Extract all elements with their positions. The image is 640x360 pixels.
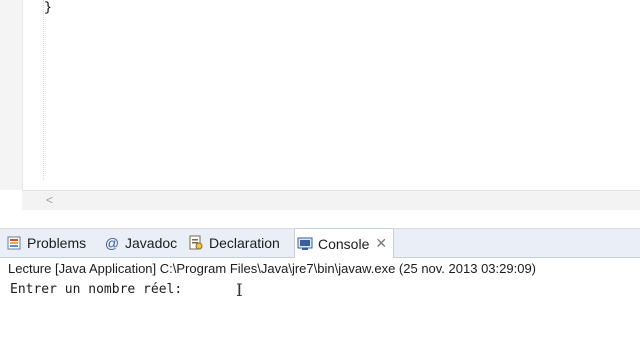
console-output[interactable]: Entrer un nombre réel: [10,282,182,297]
text-cursor-icon: I [236,281,243,301]
tab-console[interactable]: Console ✕ [294,228,395,258]
at-icon: @ [104,235,120,251]
tab-javadoc-label: Javadoc [125,235,178,251]
declaration-icon [188,235,204,251]
panel-sash[interactable] [0,210,640,229]
views-tabbar: Problems @ Javadoc Declaration Console ✕ [0,228,640,258]
problems-icon [6,235,22,251]
tab-declaration-label: Declaration [209,235,280,251]
tab-problems[interactable]: Problems [6,229,86,257]
console-icon [297,236,313,252]
close-icon[interactable]: ✕ [375,235,387,252]
tab-javadoc[interactable]: @ Javadoc [104,229,177,257]
code-line[interactable]: } [44,0,52,15]
editor-ruler [0,0,23,190]
tab-console-label: Console [318,235,370,252]
horizontal-scrollbar[interactable]: < [22,190,640,210]
editor-area[interactable]: } < [0,0,640,216]
scroll-left-icon[interactable]: < [46,193,53,207]
tab-problems-label: Problems [27,235,87,251]
console-header: Lecture [Java Application] C:\Program Fi… [8,261,536,276]
indent-guide [43,0,44,180]
tab-declaration[interactable]: Declaration [188,229,280,257]
